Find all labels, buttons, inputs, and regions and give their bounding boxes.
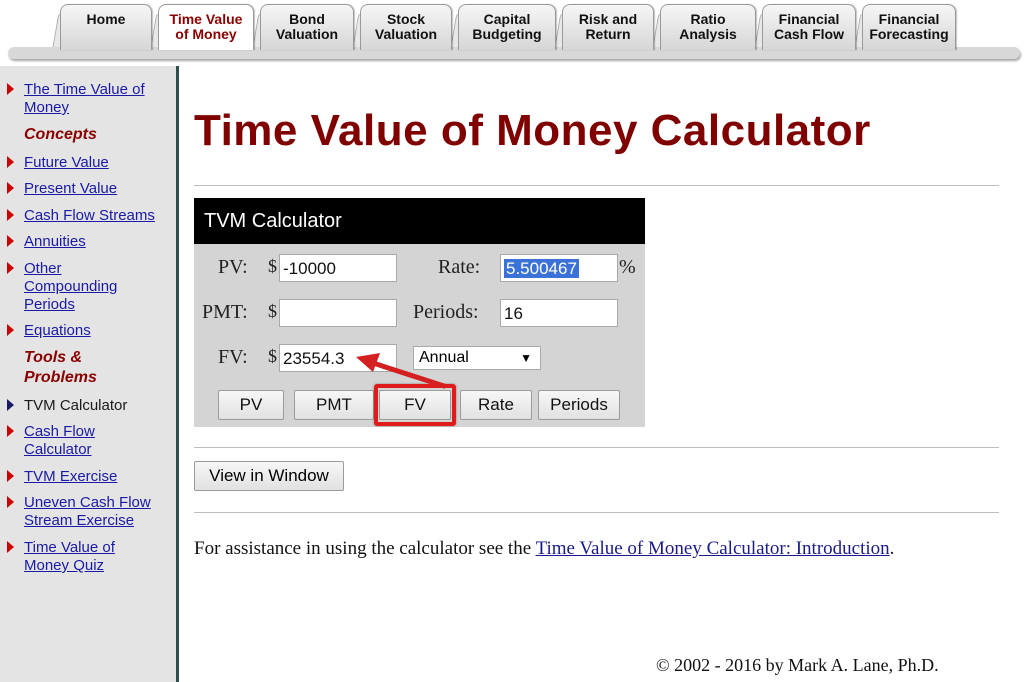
assistance-text: For assistance in using the calculator s… (194, 538, 895, 559)
tab-label: Risk and (578, 11, 638, 27)
tab-label: Forecasting (869, 26, 949, 42)
tab-bond-valuation[interactable]: Bond Valuation (260, 4, 354, 50)
pmt-label: PMT: (202, 301, 248, 323)
periods-label: Periods: (413, 301, 479, 323)
bullet-icon (7, 541, 14, 553)
annotation-arrow-icon (356, 353, 447, 389)
view-in-window-button[interactable]: View in Window (194, 461, 344, 491)
tab-financial-cash-flow[interactable]: Financial Cash Flow (762, 4, 856, 50)
bullet-icon (7, 399, 14, 411)
sidebar-item-other-compounding-periods[interactable]: Other Compounding Periods (7, 260, 144, 314)
rate-label: Rate: (438, 256, 481, 278)
tab-capital-budgeting[interactable]: Capital Budgeting (458, 4, 556, 50)
tab-risk-and-return[interactable]: Risk and Return (562, 4, 654, 50)
sidebar-item-uneven-cash-flow-exercise[interactable]: Uneven Cash Flow Stream Exercise (7, 494, 169, 530)
tab-label: Financial (878, 11, 940, 27)
pv-currency: $ (268, 256, 277, 276)
tab-ratio-analysis[interactable]: Ratio Analysis (660, 4, 756, 50)
sidebar-item-annuities[interactable]: Annuities (7, 233, 172, 251)
bullet-icon (7, 83, 14, 95)
rate-value: 5.500467 (504, 259, 579, 278)
calculator-intro-link[interactable]: Time Value of Money Calculator: Introduc… (536, 538, 890, 559)
top-navigation: Home Time Value of Money Bond Valuation … (0, 0, 1024, 66)
compute-pv-button[interactable]: PV (218, 390, 284, 420)
bullet-icon (7, 182, 14, 194)
divider (194, 512, 999, 513)
tab-label: Bond (289, 11, 325, 27)
bullet-icon (7, 496, 14, 508)
sidebar: The Time Value of Money Concepts Future … (0, 66, 179, 682)
sidebar-item-tvm-quiz[interactable]: Time Value of Money Quiz (7, 539, 139, 575)
tab-label: Capital (483, 11, 531, 27)
bullet-icon (7, 262, 14, 274)
bullet-icon (7, 156, 14, 168)
tab-financial-forecasting[interactable]: Financial Forecasting (862, 4, 956, 50)
sidebar-item-cash-flow-calculator[interactable]: Cash Flow Calculator (7, 423, 134, 459)
tab-label: Valuation (275, 26, 339, 42)
pmt-currency: $ (268, 301, 277, 321)
bullet-icon (7, 209, 14, 221)
fv-currency: $ (268, 346, 277, 366)
bullet-icon (7, 425, 14, 437)
tab-stock-valuation[interactable]: Stock Valuation (360, 4, 452, 50)
fv-label: FV: (218, 346, 248, 368)
tab-label: Stock (386, 11, 426, 27)
pv-label: PV: (218, 256, 248, 278)
sidebar-heading-concepts: Concepts (24, 126, 97, 143)
sidebar-item-cash-flow-streams[interactable]: Cash Flow Streams (7, 207, 172, 225)
sidebar-item-intro[interactable]: The Time Value of Money (7, 81, 172, 117)
bullet-icon (7, 324, 14, 336)
tab-home[interactable]: Home (60, 4, 152, 50)
sidebar-item-future-value[interactable]: Future Value (7, 154, 172, 172)
divider (194, 447, 999, 448)
calculator-header: TVM Calculator (194, 198, 645, 244)
tab-label: Cash Flow (773, 26, 844, 42)
rate-unit: % (619, 256, 636, 278)
chevron-down-icon: ▼ (520, 351, 532, 365)
tab-label: Budgeting (472, 26, 542, 42)
tab-label: of Money (175, 26, 237, 42)
tab-label: Ratio (690, 11, 726, 27)
tab-label: Return (585, 26, 631, 42)
tab-label: Valuation (374, 26, 438, 42)
page-title: Time Value of Money Calculator (194, 106, 871, 155)
tab-time-value-of-money[interactable]: Time Value of Money (158, 4, 254, 50)
sidebar-item-tvm-exercise[interactable]: TVM Exercise (7, 468, 172, 486)
tab-label: Financial (778, 11, 840, 27)
bullet-icon (7, 235, 14, 247)
compute-periods-button[interactable]: Periods (538, 390, 620, 420)
tab-label: Analysis (679, 26, 737, 42)
sidebar-heading-tools: Tools & Problems (24, 349, 97, 386)
copyright-text: © 2002 - 2016 by Mark A. Lane, Ph.D. (656, 655, 939, 675)
divider (194, 185, 999, 186)
sidebar-item-equations[interactable]: Equations (7, 322, 172, 340)
sidebar-item-tvm-calculator[interactable]: TVM Calculator (7, 397, 172, 415)
rate-input[interactable]: 5.500467 (500, 254, 618, 282)
compute-rate-button[interactable]: Rate (460, 390, 532, 420)
pmt-input[interactable] (279, 299, 397, 327)
sidebar-item-present-value[interactable]: Present Value (7, 180, 172, 198)
periods-input[interactable]: 16 (500, 299, 618, 327)
tab-label: Home (86, 11, 126, 27)
tab-label: Time Value (169, 11, 243, 27)
pv-input[interactable]: -10000 (279, 254, 397, 282)
bullet-icon (7, 470, 14, 482)
